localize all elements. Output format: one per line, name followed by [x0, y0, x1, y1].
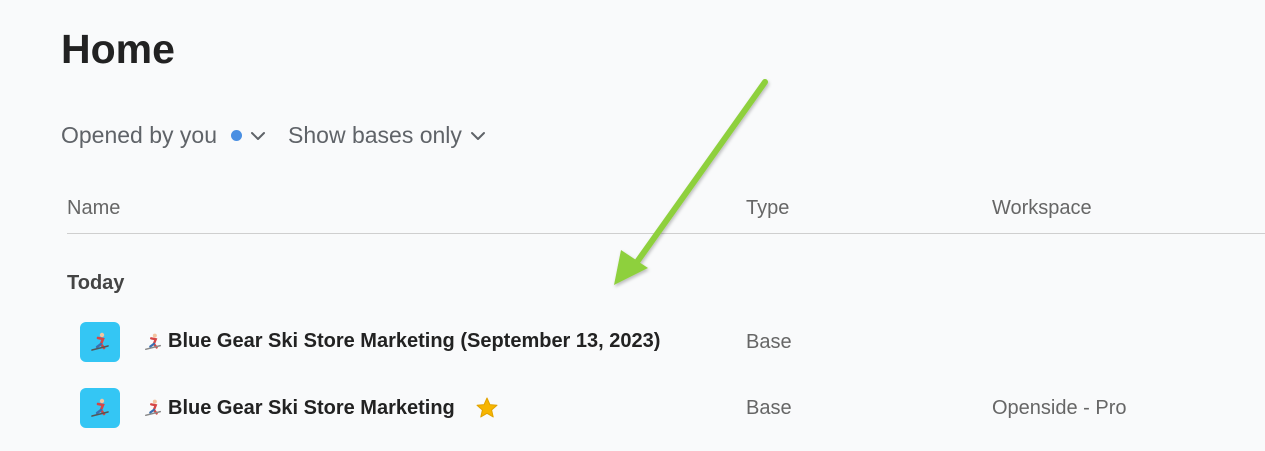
- base-name: Blue Gear Ski Store Marketing: [143, 396, 499, 420]
- column-header-workspace[interactable]: Workspace: [992, 197, 1092, 220]
- chevron-down-icon: [250, 131, 266, 141]
- column-header-name[interactable]: Name: [67, 197, 120, 220]
- skier-icon: [80, 388, 120, 428]
- green-arrow-icon: [614, 79, 768, 285]
- base-workspace: Openside - Pro: [992, 397, 1127, 419]
- show-bases-label: Show bases only: [288, 122, 462, 148]
- base-type: Base: [746, 397, 792, 419]
- star-icon[interactable]: [475, 396, 499, 420]
- chevron-down-icon: [470, 131, 486, 141]
- show-bases-filter[interactable]: Show bases only: [288, 122, 486, 149]
- table-row[interactable]: Blue Gear Ski Store Marketing Base Opens…: [0, 388, 1265, 428]
- header-divider: [67, 233, 1265, 234]
- skier-icon: [80, 322, 120, 362]
- base-name: Blue Gear Ski Store Marketing (September…: [143, 330, 660, 353]
- skier-emoji-icon: [143, 398, 163, 418]
- column-header-type[interactable]: Type: [746, 197, 789, 220]
- home-page: Home Opened by you Show bases only Name …: [0, 0, 1265, 451]
- base-type: Base: [746, 331, 792, 353]
- page-title: Home: [61, 26, 175, 72]
- base-name-label: Blue Gear Ski Store Marketing (September…: [168, 330, 661, 352]
- opened-by-filter[interactable]: Opened by you: [61, 122, 266, 149]
- base-name-label: Blue Gear Ski Store Marketing: [168, 396, 455, 419]
- filter-bar: Opened by you Show bases only: [61, 122, 486, 149]
- skier-emoji-icon: [143, 332, 163, 352]
- opened-by-label: Opened by you: [61, 122, 218, 148]
- blue-dot-icon: [231, 130, 243, 141]
- group-label-today: Today: [67, 272, 125, 294]
- table-row[interactable]: Blue Gear Ski Store Marketing (September…: [0, 322, 1265, 362]
